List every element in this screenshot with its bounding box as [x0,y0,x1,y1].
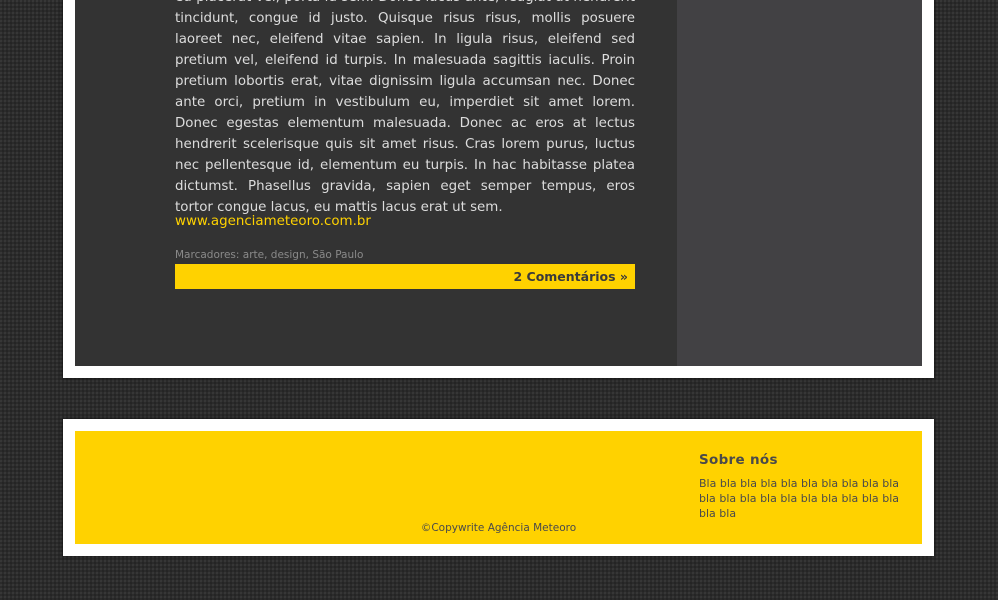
tags-label: Marcadores: [175,249,240,261]
tag-separator: , [264,249,271,261]
sidebar-panel [677,0,922,366]
comments-bar: 2 Comentários » [175,264,635,289]
tag-link-design[interactable]: design [271,249,306,261]
about-heading: Sobre nós [699,452,778,468]
comments-link[interactable]: 2 Comentários » [513,268,628,285]
copyright-text: ©Copywrite Agência Meteoro [420,522,577,534]
post-body-text: eu placerat vel, porta id sem. Donec lac… [175,0,635,215]
tag-link-sao-paulo[interactable]: São Paulo [312,249,363,261]
website-link[interactable]: www.agenciameteoro.com.br [175,212,371,232]
tag-link-arte[interactable]: arte [243,249,264,261]
about-text: Bla bla bla bla bla bla bla bla bla bla … [699,477,899,520]
post-tags: Marcadores: arte, design, São Paulo [175,248,363,262]
